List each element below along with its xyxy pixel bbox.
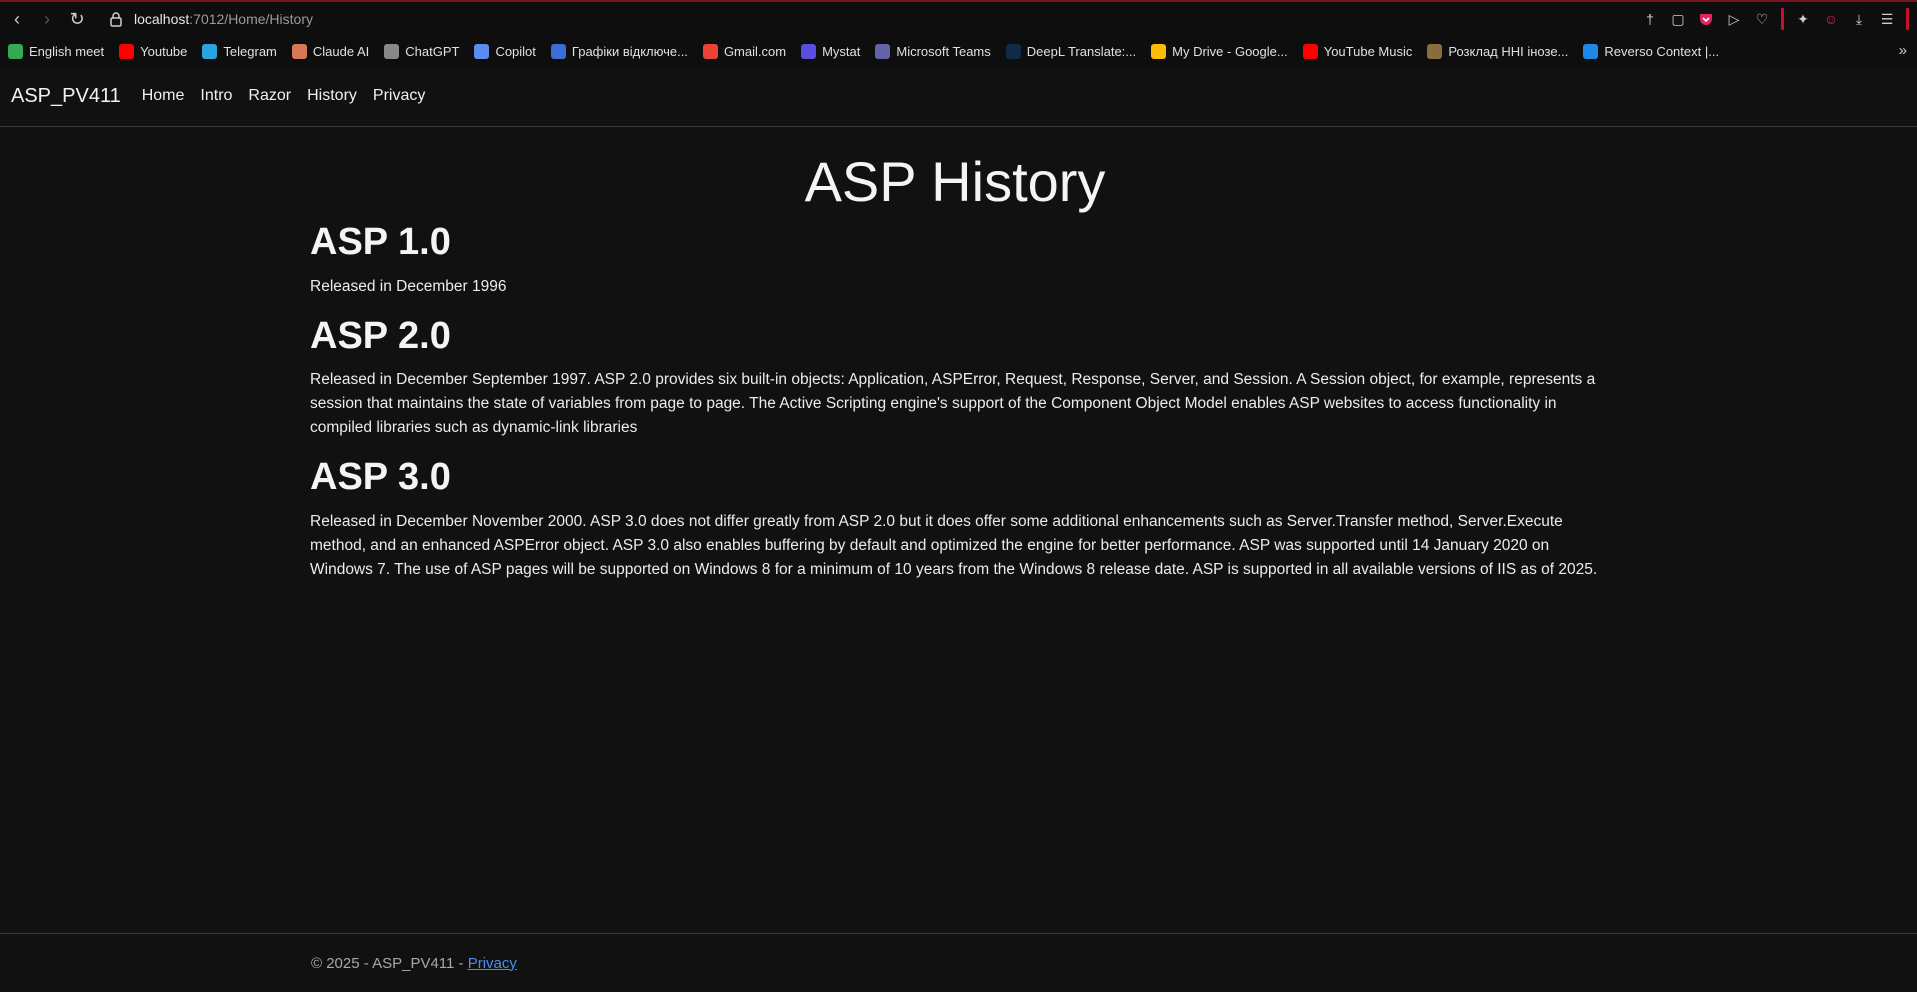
bookmark-item[interactable]: Copilot [474, 43, 536, 59]
nav-link-razor[interactable]: Razor [248, 87, 291, 105]
footer-privacy-link[interactable]: Privacy [468, 955, 517, 972]
bookmark-label: Copilot [495, 43, 536, 59]
teams-icon [875, 43, 891, 59]
bookmark-label: Mystat [822, 43, 861, 59]
site-navbar: ASP_PV411 Home Intro Razor History Priva… [0, 66, 1917, 127]
bookmark-item[interactable]: DeepL Translate:... [1005, 43, 1137, 59]
deepl-icon [1005, 43, 1021, 59]
bookmark-item[interactable]: English meet [8, 43, 105, 59]
bookmark-label: Microsoft Teams [896, 43, 991, 59]
bookmark-label: Telegram [223, 43, 277, 59]
gmail-icon [702, 43, 718, 59]
youtube-music-icon [1302, 43, 1318, 59]
bookmark-item[interactable]: Microsoft Teams [875, 43, 991, 59]
copilot-icon [474, 43, 490, 59]
browser-toolbar: ‹ › ↻ localhost:7012/Home/History † ▢ ▷ … [0, 2, 1917, 36]
bookmarks-bar: English meet Youtube Telegram Claude AI Chat… [0, 36, 1917, 66]
bookmark-label: English meet [29, 43, 105, 59]
url-path: :7012/Home/History [189, 11, 313, 27]
bookmark-item[interactable]: Графіки відключе... [550, 43, 688, 59]
bookmark-label: Youtube [140, 43, 188, 59]
lock-icon [110, 12, 122, 27]
snapshot-icon[interactable]: ▢ [1669, 10, 1687, 28]
bookmark-item[interactable]: YouTube Music [1302, 43, 1413, 59]
forward-icon[interactable]: › [34, 6, 60, 32]
section-asp-3: ASP 3.0 Released in December November 20… [310, 454, 1600, 582]
section-text: Released in December 1996 [310, 277, 507, 295]
footer-copyright-text: © 2025 - ASP_PV411 - [311, 954, 468, 972]
bookmark-label: YouTube Music [1323, 43, 1413, 59]
bookmark-item[interactable]: Mystat [801, 43, 861, 59]
menu-icon[interactable]: ☰ [1878, 10, 1896, 28]
claude-icon [291, 43, 307, 59]
youtube-icon [119, 43, 135, 59]
schedule-icon [550, 43, 566, 59]
navbar-brand[interactable]: ASP_PV411 [11, 85, 121, 108]
toolbar-edge [1906, 8, 1909, 30]
section-heading: ASP 1.0 [310, 221, 451, 264]
bookmark-item[interactable]: Claude AI [291, 43, 370, 59]
bookmark-label: My Drive - Google... [1172, 43, 1288, 59]
bookmark-label: Графіки відключе... [571, 43, 688, 59]
extensions-icon[interactable]: ✦ [1794, 10, 1812, 28]
bookmark-label: Розклад ННІ інозе... [1448, 43, 1569, 59]
profile-icon[interactable]: ☺ [1822, 10, 1840, 28]
pocket-icon[interactable] [1697, 10, 1715, 28]
reload-icon[interactable]: ↻ [64, 6, 90, 32]
bookmark-label: ChatGPT [405, 43, 460, 59]
reverso-icon [1583, 43, 1599, 59]
toolbar-divider [1781, 8, 1784, 30]
heart-icon[interactable]: ♡ [1753, 10, 1771, 28]
drive-icon [1151, 43, 1167, 59]
bookmark-item[interactable]: Розклад ННІ інозе... [1427, 43, 1569, 59]
download-icon[interactable]: ⤓ [1850, 10, 1868, 28]
nav-link-history[interactable]: History [307, 87, 357, 105]
url-host: localhost [134, 11, 190, 27]
bookmarks-overflow-icon[interactable]: » [1899, 42, 1907, 59]
section-asp-2: ASP 2.0 Released in December September 1… [310, 313, 1600, 441]
telegram-icon [202, 43, 218, 59]
nav-link-intro[interactable]: Intro [200, 87, 232, 105]
section-heading: ASP 2.0 [310, 314, 451, 357]
pin-icon[interactable]: † [1641, 10, 1659, 28]
mystat-icon [801, 43, 817, 59]
back-icon[interactable]: ‹ [4, 6, 30, 32]
section-heading: ASP 3.0 [310, 456, 451, 499]
meet-icon [8, 43, 23, 59]
section-text: Released in December November 2000. ASP … [310, 512, 1598, 578]
bookmark-item[interactable]: My Drive - Google... [1151, 43, 1288, 59]
page-title: ASP History [804, 150, 1106, 213]
site-footer: © 2025 - ASP_PV411 - Privacy [0, 933, 1917, 992]
chatgpt-icon [384, 43, 400, 59]
section-text: Released in December September 1997. ASP… [310, 371, 1596, 437]
bookmark-item[interactable]: Telegram [202, 43, 277, 59]
bookmark-item[interactable]: ChatGPT [384, 43, 460, 59]
bookmark-item[interactable]: Gmail.com [702, 43, 787, 59]
bookmark-label: Claude AI [312, 43, 370, 59]
player-icon[interactable]: ▷ [1725, 10, 1743, 28]
bookmark-label: Reverso Context |... [1604, 43, 1720, 59]
nav-link-home[interactable]: Home [142, 87, 185, 105]
main-content: ASP History ASP 1.0 Released in December… [310, 127, 1600, 596]
timetable-icon [1427, 43, 1443, 59]
bookmark-label: Gmail.com [723, 43, 787, 59]
nav-link-privacy[interactable]: Privacy [373, 87, 425, 105]
bookmark-item[interactable]: Youtube [119, 43, 188, 59]
bookmark-item[interactable]: Reverso Context |... [1583, 43, 1720, 59]
address-bar[interactable]: localhost:7012/Home/History [108, 11, 313, 27]
bookmark-label: DeepL Translate:... [1026, 43, 1137, 59]
footer-copyright: © 2025 - ASP_PV411 - Privacy [311, 955, 517, 972]
section-asp-1: ASP 1.0 Released in December 1996 [310, 219, 1600, 299]
